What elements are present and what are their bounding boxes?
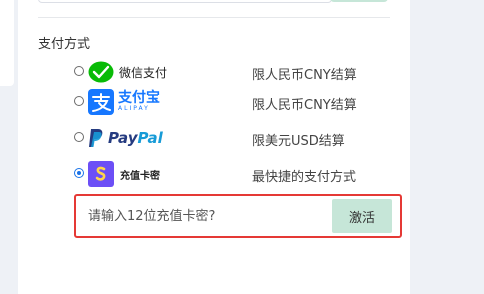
payment-option-paypal[interactable]: PayPal 限美元USD结算 <box>72 124 392 152</box>
radio-paypal[interactable] <box>74 132 84 142</box>
wechat-currency-note: 限人民币CNY结算 <box>252 68 357 83</box>
paypal-logo: PayPal <box>88 124 163 152</box>
card-code-highlight: 激活 <box>74 194 402 238</box>
radio-wechat[interactable] <box>74 66 84 76</box>
radio-card[interactable] <box>74 168 84 178</box>
wechat-pay-label: 微信支付 <box>119 65 168 80</box>
alipay-label-en: ALIPAY <box>118 105 150 112</box>
payment-option-alipay[interactable]: 支付宝 ALIPAY 限人民币CNY结算 <box>72 88 392 116</box>
payment-option-wechat[interactable]: 微信支付 限人民币CNY结算 <box>72 58 392 86</box>
paypal-currency-note: 限美元USD结算 <box>252 134 345 149</box>
top-input-partial[interactable] <box>38 0 332 3</box>
card-icon <box>88 161 114 187</box>
alipay-label: 支付宝 <box>118 90 160 106</box>
alipay-currency-note: 限人民币CNY结算 <box>252 98 357 113</box>
paypal-wordmark: PayPal <box>108 129 163 147</box>
card-method-note: 最快捷的支付方式 <box>252 170 357 185</box>
payment-option-card[interactable]: 充值卡密 最快捷的支付方式 <box>72 160 392 188</box>
activate-button[interactable]: 激活 <box>332 199 392 233</box>
alipay-icon <box>88 89 114 115</box>
alipay-logo: 支付宝 ALIPAY <box>88 88 160 116</box>
wechat-icon <box>88 61 114 83</box>
payment-section-title: 支付方式 <box>38 37 91 52</box>
wechat-logo: 微信支付 <box>88 58 167 86</box>
paypal-icon <box>89 129 103 147</box>
paypal-wordmark-pay: Pay <box>108 129 138 147</box>
card-logo: 充值卡密 <box>88 160 160 188</box>
card-pay-label: 充值卡密 <box>120 170 160 182</box>
background-card <box>0 0 14 86</box>
card-code-input[interactable] <box>80 199 336 233</box>
divider <box>38 17 390 18</box>
radio-alipay[interactable] <box>74 96 84 106</box>
paypal-wordmark-pal: Pal <box>137 129 163 147</box>
top-button-partial[interactable] <box>330 0 388 2</box>
